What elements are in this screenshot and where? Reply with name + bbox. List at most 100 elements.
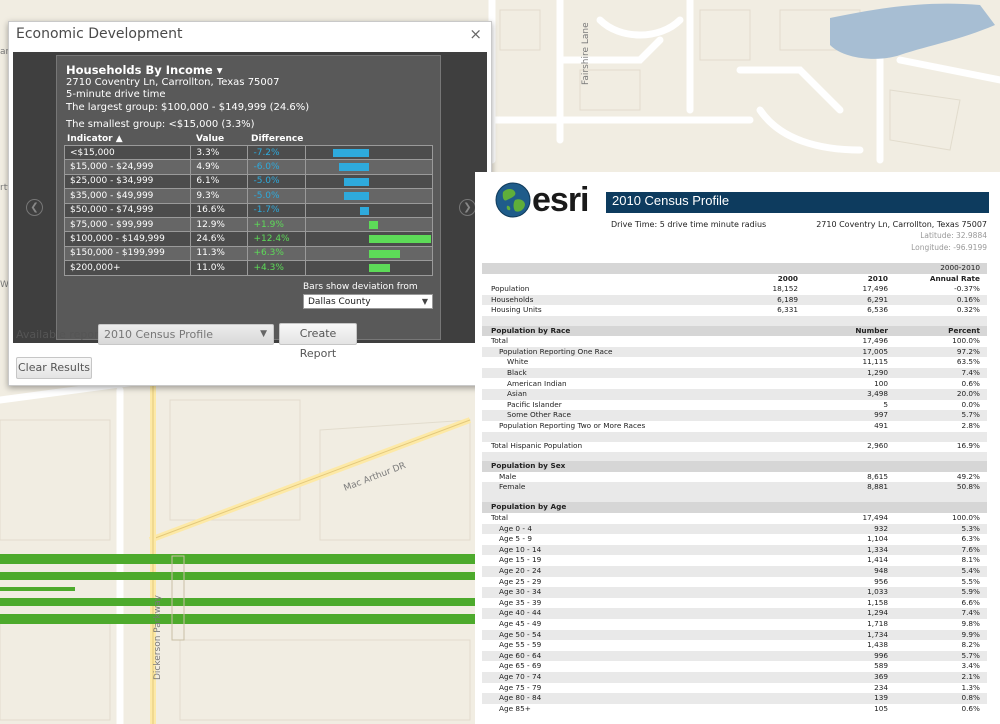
report-percent: 49.2% [956,471,980,481]
column-header-indicator[interactable]: Indicator ▲ [67,134,123,144]
report-value: 1,334 [867,544,888,554]
report-row: Population Reporting Two or More Races 49… [482,421,987,432]
report-row-label: Age 5 - 9 [499,534,532,544]
report-row: Age 5 - 9 1,104 6.3% [482,534,987,545]
income-difference-cell: -5.0% [247,173,306,190]
report-value: 8,615 [867,471,888,481]
clear-results-button[interactable]: Clear Results [16,357,92,379]
income-value-cell: 24.6% [190,231,249,247]
bars-note: Bars show deviation from [303,282,418,292]
deviation-bar-cell [304,245,434,262]
income-row: $150,000 - $199,999 11.3% +6.3% [63,245,434,262]
report-percent: 5.4% [961,566,980,575]
street-label-dickerson: Dickerson Parkway [153,594,163,680]
deviation-bar-cell [304,231,434,247]
deviation-bar [338,163,369,172]
report-value-2000: 18,152 [772,284,798,294]
income-row: <$15,000 3.3% -7.2% [63,144,434,161]
report-value: 234 [874,682,888,692]
income-bracket-cell: $15,000 - $24,999 [63,159,192,175]
comparison-area-select[interactable]: Dallas County ▼ [303,294,433,309]
report-row: Age 0 - 4 932 5.3% [482,523,987,535]
card-title[interactable]: Households By Income ▾ [66,63,222,77]
income-value-cell: 11.3% [190,245,249,262]
report-section-header: Population by Age [482,502,987,513]
income-difference-cell: -1.7% [247,202,306,218]
report-section-header: Population by Race Number Percent [482,325,987,337]
report-value: 5 [883,399,888,409]
report-row-label: Age 0 - 4 [499,523,532,533]
report-row-label: Age 40 - 44 [499,608,542,618]
report-value: Number [855,325,888,335]
report-percent: 9.9% [961,629,980,639]
report-row: Male 8,615 49.2% [482,472,987,483]
report-row: Asian 3,498 20.0% [482,389,987,400]
report-latitude: Latitude: 32.9884 [920,231,987,240]
census-profile-report: esri 2010 Census Profile Drive Time: 5 d… [475,172,1000,724]
deviation-bar [368,235,431,244]
deviation-bar-cell [304,188,434,204]
report-row: Age 40 - 44 1,294 7.4% [482,608,987,619]
report-row: Age 25 - 29 956 5.5% [482,577,987,588]
report-row-label: Population by Sex [491,461,566,471]
report-value: 369 [874,672,888,681]
report-row: Age 70 - 74 369 2.1% [482,672,987,683]
chevron-left-icon[interactable]: ❮ [26,199,43,216]
column-header-value[interactable]: Value [196,134,224,144]
report-value: 17,494 [862,513,888,522]
report-row: Age 20 - 24 948 5.4% [482,566,987,577]
report-row-label: Age 70 - 74 [499,672,542,681]
close-icon[interactable]: × [469,25,482,43]
esri-logo: esri [532,181,589,219]
deviation-bar [343,177,369,186]
report-value: 1,294 [867,608,888,618]
report-percent: 0.6% [961,378,980,388]
report-row-label: Age 85+ [499,703,531,713]
report-longitude: Longitude: -96.9199 [911,243,987,252]
report-percent: Annual Rate [929,273,980,283]
income-bracket-cell: $200,000+ [63,260,192,276]
report-drive-time: Drive Time: 5 drive time minute radius [611,220,767,229]
report-percent: -0.37% [954,284,980,294]
deviation-bar [343,192,369,201]
report-row-label: Age 80 - 84 [499,693,542,703]
income-difference-cell: -6.0% [247,159,306,175]
report-value: 1,158 [867,597,888,607]
deviation-bar-cell [304,144,434,161]
infographic-area: ❮ ❯ Households By Income ▾ 2710 Coventry… [13,52,487,343]
report-row: Total 17,496 100.0% [482,336,987,347]
deviation-bar [368,264,391,273]
report-row-label: Asian [507,389,527,399]
income-value-cell: 12.9% [190,216,249,233]
report-address: 2710 Coventry Ln, Carrollton, Texas 7500… [816,220,987,229]
report-row: Female 8,881 50.8% [482,482,987,493]
report-row: Age 45 - 49 1,718 9.8% [482,619,987,630]
economic-development-panel: Economic Development × ❮ ❯ Households By… [8,21,492,386]
report-row-label: Age 55 - 59 [499,640,542,650]
create-report-button[interactable]: Create Report [279,323,357,360]
income-value-cell: 9.3% [190,188,249,204]
globe-icon [495,182,531,218]
income-table: <$15,000 3.3% -7.2% $15,000 - $24,999 4.9% -6… [63,144,434,276]
income-row: $100,000 - $149,999 24.6% +12.4% [63,231,434,247]
income-row: $35,000 - $49,999 9.3% -5.0% [63,188,434,204]
report-row: Age 10 - 14 1,334 7.6% [482,544,987,556]
report-value: 11,115 [862,357,888,367]
report-type-select[interactable]: 2010 Census Profile ▼ [98,324,274,345]
report-row: Population Reporting One Race 17,005 97.2% [482,346,987,358]
report-section-header: Population by Sex [482,461,987,472]
street-label-fairshire: Fairshire Lane [581,22,591,85]
report-row: Age 80 - 84 139 0.8% [482,693,987,704]
chevron-right-icon[interactable]: ❯ [459,199,476,216]
column-header-difference[interactable]: Difference [251,134,303,144]
card-drive-time: 5-minute drive time [66,89,166,100]
report-value: 17,496 [862,284,888,294]
income-value-cell: 6.1% [190,173,249,190]
report-row-label: Age 25 - 29 [499,576,542,586]
report-value: 17,496 [862,336,888,346]
report-percent: 100.0% [952,336,980,346]
report-value: 1,033 [867,587,888,597]
report-section-header: 2000-2010 [482,263,987,274]
income-bracket-cell: $50,000 - $74,999 [63,202,192,218]
report-value: 997 [874,410,888,420]
